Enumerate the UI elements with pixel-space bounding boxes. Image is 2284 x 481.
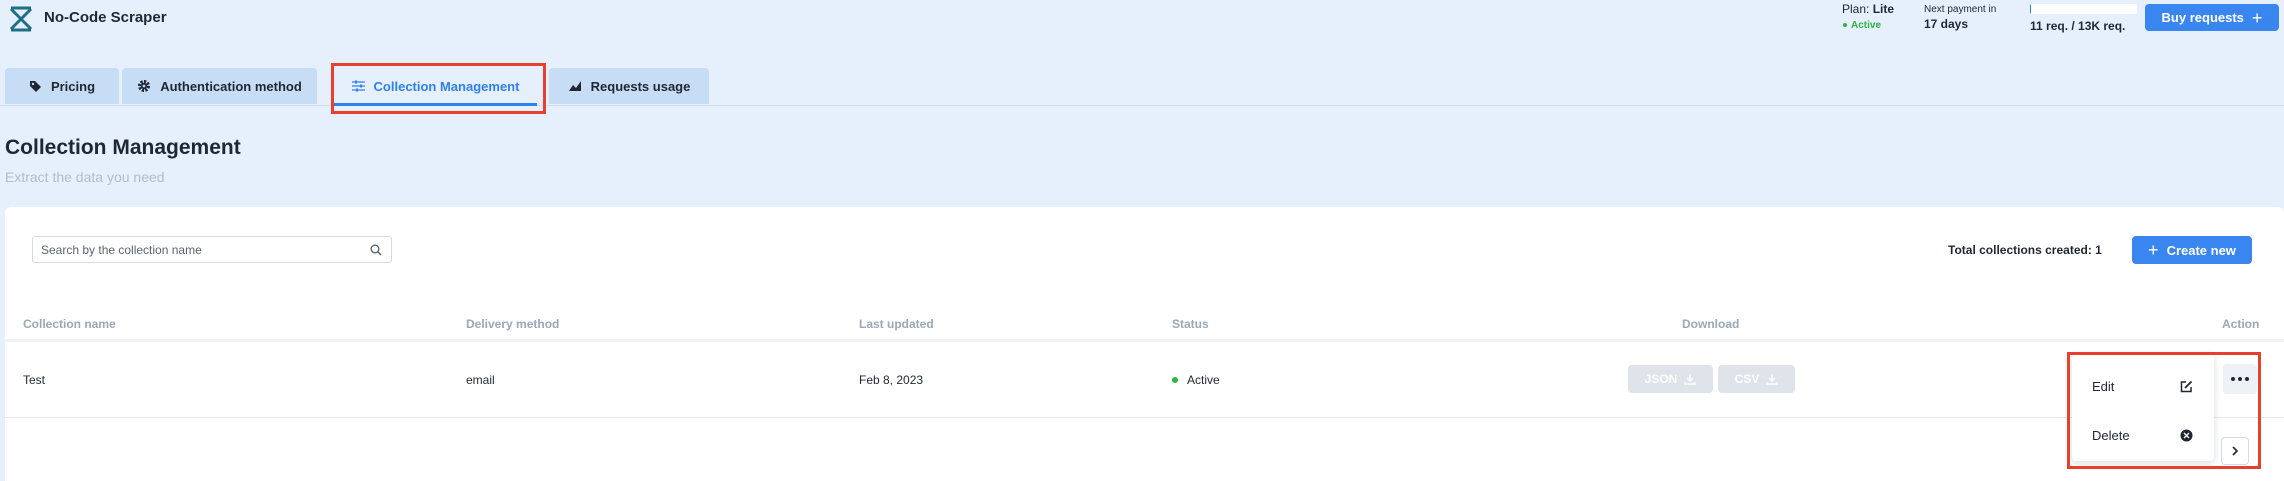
table-row-divider: [5, 417, 2284, 418]
usage-text: 11 req. / 13K req.: [2030, 19, 2126, 33]
column-header-action: Action: [2222, 317, 2260, 331]
area-chart-icon: [568, 81, 581, 91]
download-csv-button[interactable]: CSV: [1718, 365, 1795, 393]
tab-authentication-method[interactable]: Authentication method: [122, 68, 317, 104]
download-csv-label: CSV: [1734, 372, 1760, 386]
cell-delivery-method: email: [466, 373, 495, 387]
plan-name: Lite: [1872, 2, 1895, 16]
column-header-status[interactable]: Status: [1172, 317, 1209, 331]
plus-icon: +: [2148, 240, 2159, 260]
page-subtitle: Extract the data you need: [5, 169, 165, 185]
column-header-last-updated[interactable]: Last updated: [859, 317, 934, 331]
create-new-button[interactable]: + Create new: [2132, 236, 2252, 264]
column-header-download: Download: [1682, 317, 1740, 331]
next-payment-value: 17 days: [1924, 17, 1969, 31]
download-icon: [1766, 374, 1779, 385]
top-bar: No-Code Scraper Plan: Lite Active Next p…: [0, 0, 2284, 40]
buy-requests-label: Buy requests: [2161, 10, 2244, 25]
plan-label: Plan:: [1842, 2, 1870, 16]
tab-authentication-method-label: Authentication method: [160, 78, 302, 94]
plan-info: Plan: Lite: [1842, 2, 1894, 16]
tab-pricing[interactable]: Pricing: [5, 68, 119, 104]
tab-pricing-label: Pricing: [50, 78, 96, 94]
search-box: [32, 236, 392, 263]
cell-collection-name: Test: [23, 373, 46, 387]
status-dot: [1172, 376, 1178, 383]
usage-progress-bar: [2030, 4, 2137, 14]
status-text: Active: [1187, 373, 1220, 387]
page-title: Collection Management: [5, 136, 241, 159]
download-icon: [1684, 374, 1697, 385]
tab-requests-usage[interactable]: Requests usage: [549, 68, 709, 104]
tag-icon: [29, 80, 41, 92]
scraper-logo-icon: [9, 6, 33, 32]
table-header-divider: [5, 339, 2284, 342]
cell-status: Active: [1172, 373, 1220, 387]
plus-icon: +: [2251, 7, 2263, 28]
total-collections-count: Total collections created: 1: [1948, 243, 2102, 257]
create-new-label: Create new: [2166, 242, 2236, 258]
column-header-delivery-method[interactable]: Delivery method: [466, 317, 559, 331]
tab-requests-usage-label: Requests usage: [590, 78, 691, 94]
gear-icon: [138, 80, 151, 92]
buy-requests-button[interactable]: Buy requests +: [2145, 4, 2279, 31]
download-json-label: JSON: [1644, 372, 1678, 386]
cell-last-updated: Feb 8, 2023: [859, 373, 924, 387]
search-input[interactable]: [41, 241, 361, 259]
highlight-box-tab: [331, 63, 546, 114]
plan-status-badge: Active: [1843, 20, 1881, 31]
next-payment-label: Next payment in: [1924, 4, 1997, 15]
download-json-button[interactable]: JSON: [1628, 365, 1713, 393]
column-header-collection-name[interactable]: Collection name: [23, 317, 116, 331]
search-icon[interactable]: [370, 244, 382, 256]
highlight-box-action-menu: [2067, 352, 2261, 469]
plan-status-text: Active: [1851, 20, 1882, 31]
app-title: No-Code Scraper: [44, 9, 167, 26]
